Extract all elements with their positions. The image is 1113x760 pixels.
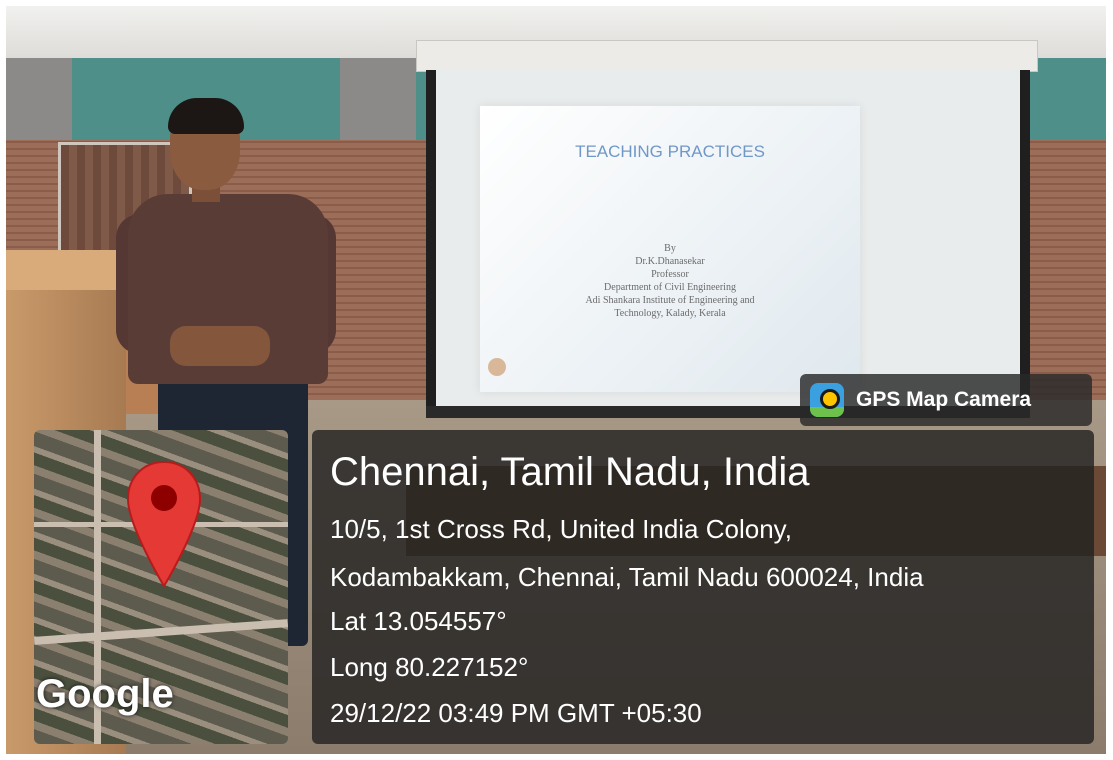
address-line-2: Kodambakkam, Chennai, Tamil Nadu 600024,…: [330, 562, 924, 592]
gps-badge-label: GPS Map Camera: [856, 388, 1032, 411]
map-thumbnail: Google: [34, 430, 288, 744]
address-line-1: 10/5, 1st Cross Rd, United India Colony,: [330, 514, 792, 544]
location-pin-icon: [126, 460, 202, 588]
photo-frame: TEACHING PRACTICES By Dr.K.Dhanasekar Pr…: [6, 6, 1106, 754]
latitude: Lat 13.054557°: [330, 606, 507, 636]
slide-line: Professor: [651, 269, 689, 280]
slide-credits: By Dr.K.Dhanasekar Professor Department …: [480, 242, 860, 320]
slide-line: Dr.K.Dhanasekar: [635, 256, 705, 267]
longitude: Long 80.227152°: [330, 652, 529, 682]
slide-title: TEACHING PRACTICES: [575, 142, 765, 161]
gps-map-camera-icon: [810, 383, 844, 417]
location-city: Chennai, Tamil Nadu, India: [330, 450, 810, 494]
slide-decoration-dot: [488, 358, 506, 376]
map-road: [34, 619, 288, 645]
wall-panel-left: [6, 58, 72, 140]
projector-screen-housing: [416, 40, 1038, 72]
slide-line: Technology, Kalady, Kerala: [614, 308, 726, 319]
slide-line: Adi Shankara Institute of Engineering an…: [585, 295, 755, 306]
podium-top: [6, 250, 126, 290]
presenter-hair: [168, 98, 244, 134]
google-logo: Google: [36, 672, 174, 716]
slide-line: Department of Civil Engineering: [604, 282, 736, 293]
wall-panel-middle: [340, 58, 416, 140]
location-info-panel: Chennai, Tamil Nadu, India 10/5, 1st Cro…: [312, 430, 1094, 744]
slide-line: By: [664, 243, 676, 254]
presentation-slide: TEACHING PRACTICES By Dr.K.Dhanasekar Pr…: [480, 106, 860, 392]
timestamp: 29/12/22 03:49 PM GMT +05:30: [330, 698, 702, 728]
presenter-hands: [170, 326, 270, 366]
gps-map-camera-badge: GPS Map Camera: [800, 374, 1092, 426]
